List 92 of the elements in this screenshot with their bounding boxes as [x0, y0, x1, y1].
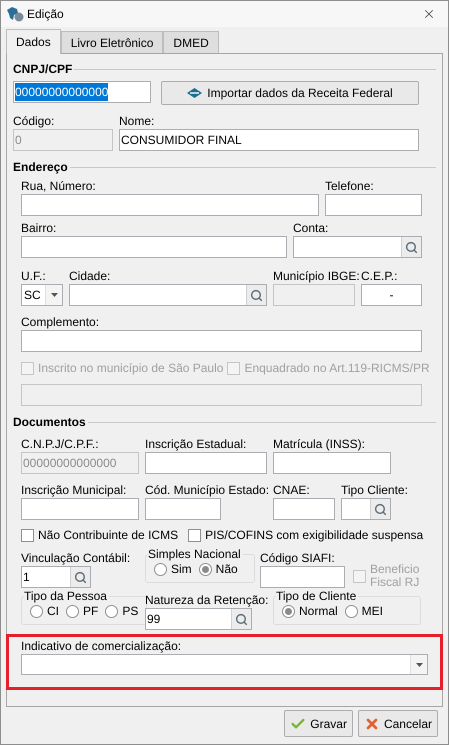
- input-field[interactable]: 1: [21, 566, 91, 588]
- checkbox-label: Enquadrado no Art.119-RICMS/PR: [244, 362, 430, 375]
- input-field[interactable]: [325, 194, 422, 216]
- search-button[interactable]: [401, 237, 421, 257]
- input-field[interactable]: [273, 452, 391, 474]
- field-label: CNAE:: [273, 483, 310, 497]
- field-label: Vinculação Contábil:: [21, 551, 130, 565]
- search-icon: [250, 288, 263, 302]
- radio-button[interactable]: [282, 604, 295, 618]
- checkbox[interactable]: [188, 529, 202, 542]
- input-field[interactable]: 00000000000000: [13, 81, 151, 103]
- combo-box[interactable]: [21, 654, 428, 675]
- checkbox-label: Beneficio Fiscal RJ: [370, 563, 420, 589]
- group-title: Simples Nacional: [148, 547, 242, 561]
- input-field[interactable]: 99: [145, 608, 252, 630]
- input-field[interactable]: -: [361, 284, 422, 306]
- checkbox-label: PIS/COFINS com exigibilidade suspensa: [205, 529, 424, 542]
- input-field[interactable]: [21, 330, 422, 352]
- search-icon: [235, 612, 248, 626]
- input-field[interactable]: [341, 498, 391, 520]
- field-label: C.E.P.:: [361, 269, 398, 283]
- input-field[interactable]: [21, 194, 319, 216]
- radio-label: CI: [47, 604, 59, 618]
- group-title: Tipo da Pessoa: [24, 589, 108, 603]
- field-label: Inscrição Estadual:: [145, 437, 246, 451]
- radio-label: MEI: [362, 604, 384, 618]
- field-label: Inscrição Municipal:: [21, 483, 126, 497]
- radio-button[interactable]: [198, 562, 212, 576]
- field-label: Matrícula (INSS):: [273, 437, 366, 451]
- tab[interactable]: Dados: [6, 29, 61, 54]
- cancel-icon: [364, 716, 380, 732]
- section-heading: Documentos: [13, 415, 86, 429]
- input-field[interactable]: [273, 498, 335, 520]
- combo-box[interactable]: SC: [21, 284, 63, 306]
- field-label: Natureza da Retenção:: [145, 593, 268, 607]
- field-label: Código:: [13, 114, 54, 128]
- field-label: Rua, Número:: [21, 179, 96, 193]
- radio-label: Sim: [171, 562, 192, 576]
- app-icon: [6, 6, 24, 22]
- caret-icon: [50, 293, 58, 297]
- field-label: Código SIAFI:: [260, 551, 335, 565]
- field-label: Município IBGE:: [273, 269, 360, 283]
- caret-icon: [416, 662, 422, 666]
- field-label: Bairro:: [21, 221, 56, 235]
- checkbox-label: Inscrito no município de São Paulo: [38, 362, 224, 375]
- field-label: Cidade:: [69, 269, 110, 283]
- import-button[interactable]: Importar dados da Receita Federal: [161, 81, 419, 105]
- tab[interactable]: DMED: [163, 31, 219, 53]
- radio-button[interactable]: [30, 604, 43, 618]
- search-icon: [374, 502, 387, 516]
- emblem-icon: [187, 88, 202, 98]
- search-button[interactable]: [246, 285, 266, 305]
- input-field[interactable]: [260, 566, 345, 588]
- tab[interactable]: Livro Eletrônico: [60, 31, 164, 53]
- input-field[interactable]: [21, 236, 287, 258]
- window-title: Edição: [27, 6, 64, 23]
- search-button[interactable]: [370, 499, 390, 519]
- field-label: Indicativo de comercialização:: [21, 639, 182, 653]
- save-button[interactable]: Gravar: [284, 710, 353, 737]
- field-label: Cód. Município Estado:: [145, 483, 270, 497]
- checkbox[interactable]: [21, 529, 34, 542]
- radio-label: Normal: [299, 604, 338, 618]
- input-field[interactable]: [145, 498, 221, 520]
- radio-label: PS: [122, 604, 138, 618]
- search-button[interactable]: [70, 567, 90, 587]
- close-icon[interactable]: [422, 7, 436, 21]
- checkbox-label: Não Contribuinte de ICMS: [38, 529, 178, 542]
- search-icon: [74, 570, 87, 584]
- input-field[interactable]: CONSUMIDOR FINAL: [119, 129, 419, 151]
- radio-button[interactable]: [344, 604, 358, 618]
- radio-label: Não: [216, 562, 238, 576]
- radio-label: PF: [83, 604, 98, 618]
- input-field[interactable]: [145, 452, 267, 474]
- search-icon: [405, 240, 418, 254]
- input-field[interactable]: [69, 284, 267, 306]
- input-field[interactable]: [21, 498, 139, 520]
- radio-button[interactable]: [154, 562, 167, 576]
- field-label: Conta:: [293, 221, 328, 235]
- radio-button[interactable]: [66, 604, 79, 618]
- field-label: Nome:: [119, 114, 154, 128]
- input-field[interactable]: [293, 236, 422, 258]
- group-title: Tipo de Cliente: [276, 589, 358, 603]
- section-heading: Endereço: [13, 160, 68, 174]
- radio-button[interactable]: [105, 604, 118, 618]
- section-heading: CNPJ/CPF: [13, 62, 72, 76]
- field-label: U.F.:: [21, 269, 46, 283]
- field-label: C.N.P.J/C.P.F.:: [21, 437, 99, 451]
- field-label: Tipo Cliente:: [341, 483, 408, 497]
- search-button[interactable]: [231, 609, 251, 629]
- field-label: Telefone:: [325, 179, 374, 193]
- field-label: Complemento:: [21, 315, 100, 329]
- cancel-button[interactable]: Cancelar: [358, 710, 438, 737]
